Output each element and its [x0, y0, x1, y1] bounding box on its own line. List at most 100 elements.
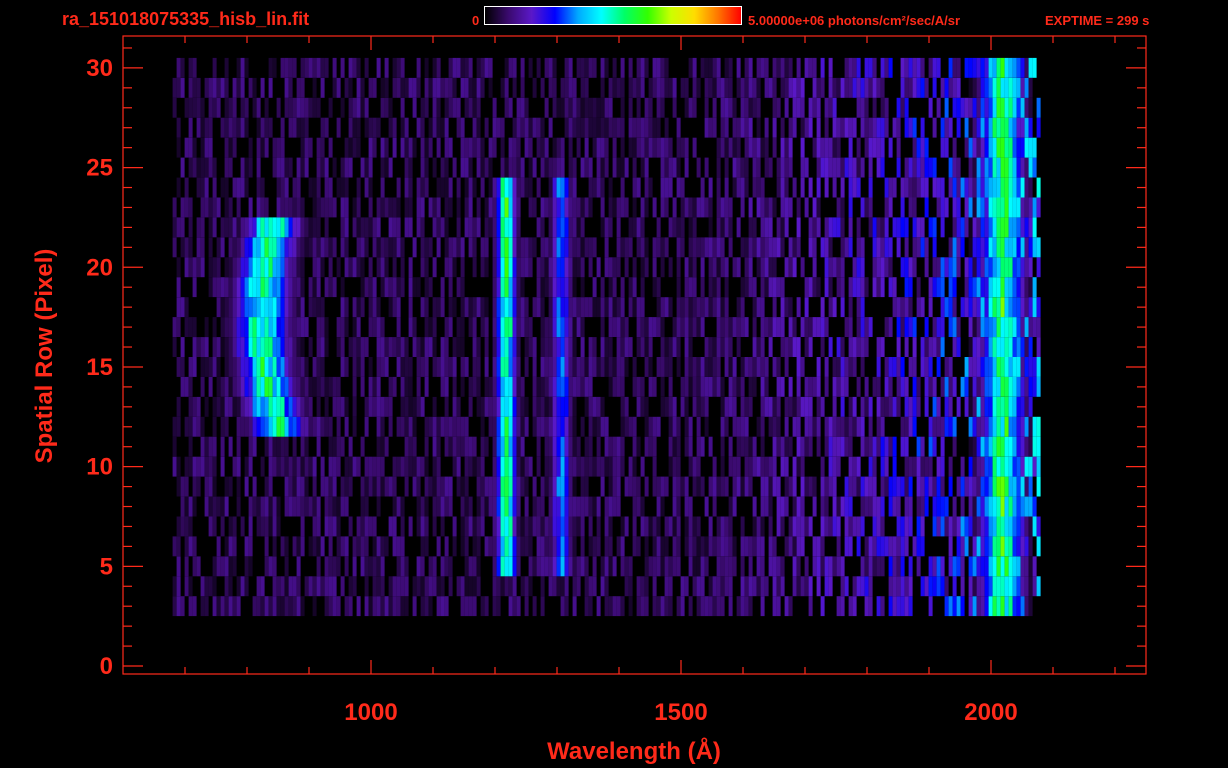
- heatmap-cell: [888, 257, 893, 278]
- heatmap-cell: [580, 496, 585, 517]
- heatmap-cell: [260, 237, 265, 258]
- heatmap-cell: [1008, 456, 1013, 477]
- heatmap-cell: [808, 277, 813, 298]
- heatmap-cell: [232, 77, 237, 98]
- heatmap-cell: [292, 277, 297, 298]
- heatmap-cell: [184, 516, 189, 537]
- heatmap-cell: [524, 137, 529, 158]
- heatmap-cell: [352, 536, 357, 557]
- heatmap-cell: [876, 376, 881, 397]
- heatmap-cell: [208, 197, 213, 218]
- heatmap-cell: [316, 496, 321, 517]
- heatmap-cell: [908, 456, 913, 477]
- heatmap-cell: [788, 337, 793, 357]
- heatmap-cell: [600, 77, 605, 98]
- heatmap-cell: [720, 436, 725, 457]
- heatmap-cell: [940, 516, 945, 537]
- heatmap-cell: [380, 456, 385, 477]
- heatmap-cell: [532, 117, 537, 138]
- heatmap-cell: [952, 177, 957, 198]
- heatmap-cell: [572, 536, 577, 557]
- heatmap-cell: [332, 476, 337, 497]
- heatmap-cell: [948, 416, 953, 437]
- heatmap-cell: [708, 337, 713, 357]
- heatmap-cell: [996, 77, 1001, 98]
- heatmap-cell: [768, 217, 773, 238]
- heatmap-cell: [256, 197, 261, 218]
- heatmap-cell: [904, 396, 909, 417]
- heatmap-cell: [296, 297, 301, 318]
- heatmap-cell: [572, 596, 577, 617]
- heatmap-cell: [1016, 496, 1021, 517]
- heatmap-cell: [720, 77, 725, 98]
- heatmap-cell: [284, 396, 289, 417]
- heatmap-cell: [972, 217, 977, 238]
- heatmap-cell: [576, 257, 581, 278]
- heatmap-cell: [728, 596, 733, 617]
- heatmap-cell: [1036, 297, 1041, 318]
- heatmap-cell: [192, 556, 197, 577]
- heatmap-cell: [212, 157, 217, 178]
- heatmap-cell: [292, 217, 297, 238]
- heatmap-cell: [188, 237, 193, 258]
- heatmap-cell: [368, 456, 373, 477]
- heatmap-cell: [848, 317, 853, 337]
- heatmap-cell: [380, 317, 385, 337]
- heatmap-cell: [1024, 396, 1029, 417]
- heatmap-cell: [640, 137, 645, 158]
- heatmap-cell: [492, 337, 497, 357]
- heatmap-cell: [524, 237, 529, 258]
- heatmap-cell: [212, 277, 217, 298]
- heatmap-cell: [312, 77, 317, 98]
- heatmap-cell: [728, 237, 733, 258]
- heatmap-cell: [756, 77, 761, 98]
- y-tick-label: 25: [86, 155, 113, 182]
- heatmap-cell: [804, 277, 809, 298]
- heatmap-cell: [708, 257, 713, 278]
- heatmap-cell: [368, 137, 373, 158]
- heatmap-cell: [220, 77, 225, 98]
- heatmap-cell: [924, 157, 929, 178]
- heatmap-cell: [684, 257, 689, 278]
- heatmap-cell: [832, 436, 837, 457]
- heatmap-cell: [916, 536, 921, 557]
- heatmap-cell: [724, 117, 729, 138]
- heatmap-cell: [1008, 576, 1013, 597]
- heatmap-cell: [648, 436, 653, 457]
- heatmap-cell: [828, 97, 833, 118]
- heatmap-cell: [436, 357, 441, 377]
- heatmap-cell: [844, 416, 849, 437]
- heatmap-cell: [656, 416, 661, 437]
- heatmap-cell: [824, 157, 829, 178]
- heatmap-cell: [660, 157, 665, 178]
- heatmap-cell: [324, 57, 329, 78]
- heatmap-cell: [172, 317, 177, 337]
- heatmap-cell: [776, 277, 781, 298]
- heatmap-cell: [424, 97, 429, 118]
- heatmap-cell: [304, 317, 309, 337]
- heatmap-cell: [444, 317, 449, 337]
- heatmap-cell: [912, 197, 917, 218]
- heatmap-cell: [796, 57, 801, 78]
- heatmap-cell: [224, 396, 229, 417]
- heatmap-cell: [356, 536, 361, 557]
- heatmap-cell: [268, 77, 273, 98]
- heatmap-cell: [376, 376, 381, 397]
- heatmap-cell: [424, 357, 429, 377]
- heatmap-cell: [660, 177, 665, 198]
- heatmap-cell: [288, 157, 293, 178]
- heatmap-cell: [228, 337, 233, 357]
- heatmap-cell: [716, 197, 721, 218]
- heatmap-cell: [776, 396, 781, 417]
- heatmap-cell: [232, 257, 237, 278]
- heatmap-cell: [376, 57, 381, 78]
- heatmap-cell: [484, 217, 489, 238]
- heatmap-cell: [868, 576, 873, 597]
- heatmap-cell: [844, 157, 849, 178]
- heatmap-cell: [496, 596, 501, 617]
- heatmap-cell: [428, 476, 433, 497]
- heatmap-cell: [1024, 416, 1029, 437]
- heatmap-cell: [584, 97, 589, 118]
- heatmap-cell: [1028, 157, 1033, 178]
- heatmap-cell: [340, 536, 345, 557]
